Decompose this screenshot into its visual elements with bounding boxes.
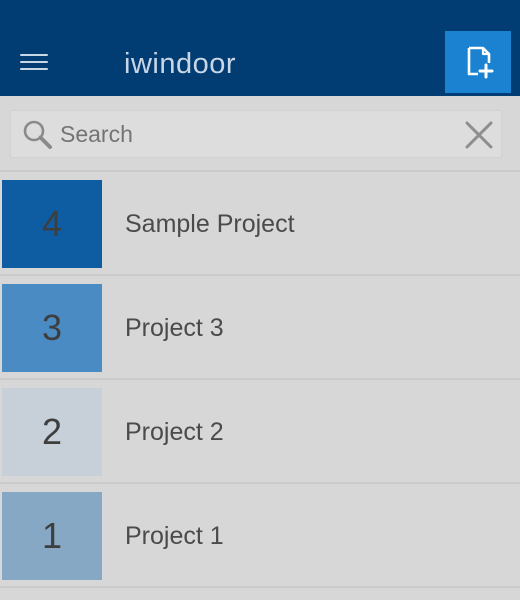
search-input[interactable] <box>60 118 440 150</box>
project-row[interactable]: 3 Project 3 <box>0 276 520 380</box>
search-bar <box>10 110 502 158</box>
project-number-tile: 4 <box>2 180 102 268</box>
app-bar: iwindoor <box>0 0 520 96</box>
magnifier-icon <box>23 120 52 149</box>
app-screen: iwindoor 4 Sample Project 3 <box>0 0 520 600</box>
project-name: Project 2 <box>125 418 224 446</box>
project-row[interactable]: 4 Sample Project <box>0 172 520 276</box>
project-list: 4 Sample Project 3 Project 3 2 Project 2… <box>0 170 520 588</box>
project-name: Project 3 <box>125 314 224 342</box>
project-number-tile: 2 <box>2 388 102 476</box>
project-name: Sample Project <box>125 210 295 238</box>
hamburger-menu-icon <box>20 54 48 56</box>
menu-button[interactable] <box>14 44 54 80</box>
project-row[interactable]: 2 Project 2 <box>0 380 520 484</box>
project-name: Project 1 <box>125 522 224 550</box>
project-number-tile: 1 <box>2 492 102 580</box>
close-icon[interactable] <box>462 120 496 150</box>
app-title: iwindoor <box>124 48 236 80</box>
new-document-plus-icon <box>467 46 494 79</box>
new-project-button[interactable] <box>445 31 511 93</box>
project-number-tile: 3 <box>2 284 102 372</box>
project-row[interactable]: 1 Project 1 <box>0 484 520 588</box>
